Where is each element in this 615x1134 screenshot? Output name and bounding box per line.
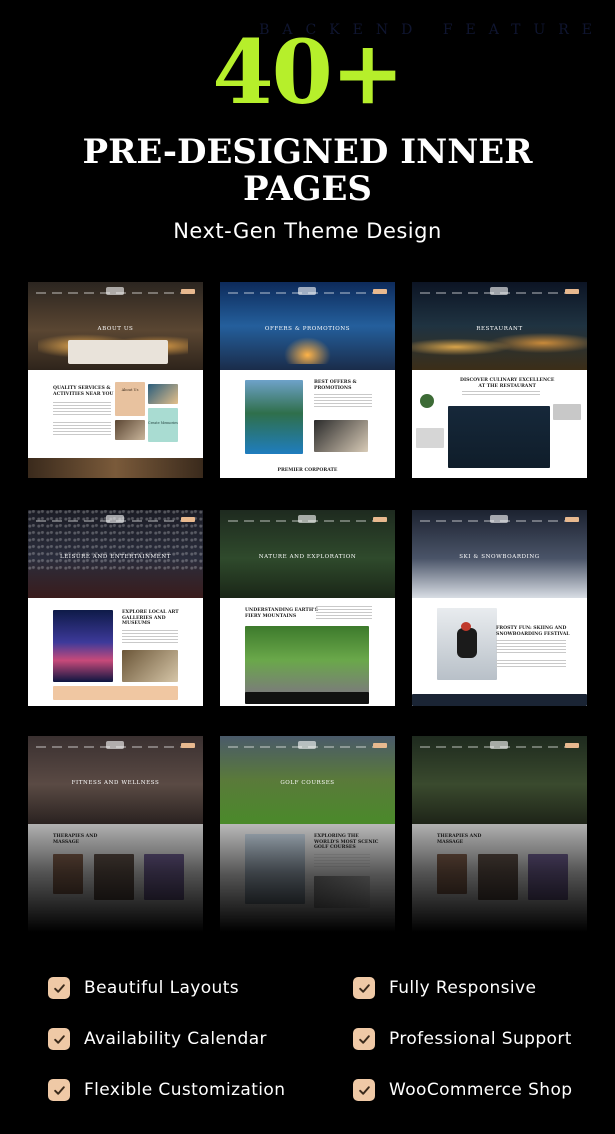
preview-title: SKI & SNOWBOARDING (459, 554, 540, 560)
book-button[interactable] (373, 743, 387, 748)
logo-icon (490, 515, 508, 523)
book-button[interactable] (181, 517, 195, 522)
book-button[interactable] (565, 743, 579, 748)
preview-card-golf[interactable]: GOLF COURSES EXPLORING THE WORLD'S MOST … (220, 736, 395, 932)
preview-card-restaurant[interactable]: RESTAURANT DISCOVER CULINARY EXCELLENCE … (412, 282, 587, 478)
feature-label: WooCommerce Shop (389, 1080, 573, 1100)
preview-content: BEST OFFERS & PROMOTIONS PREMIER CORPORA… (220, 370, 395, 478)
preview-content: FROSTY FUN: SKIING AND SNOWBOARDING FEST… (412, 598, 587, 706)
preview-title: RESTAURANT (476, 326, 523, 332)
check-icon (48, 977, 70, 999)
memories-card-label: Create Memories (148, 421, 178, 425)
headline-line-2: PAGES (243, 169, 372, 209)
logo-icon (298, 287, 316, 295)
logo-icon (106, 741, 124, 749)
preview-content: UNDERSTANDING EARTH'S FIERY MOUNTAINS (220, 598, 395, 706)
preview-title: ABOUT US (97, 326, 134, 332)
preview-card-offers[interactable]: OFFERS & PROMOTIONS BEST OFFERS & PROMOT… (220, 282, 395, 478)
preview-heading: DISCOVER CULINARY EXCELLENCE AT THE REST… (460, 378, 555, 389)
feature-label: Professional Support (389, 1029, 572, 1049)
feature-item: Fully Responsive (353, 974, 536, 1002)
about-card-label: About Us (121, 388, 139, 392)
feature-label: Availability Calendar (84, 1029, 267, 1049)
logo-icon (490, 287, 508, 295)
preview-footer-text: PREMIER CORPORATE (277, 468, 338, 473)
preview-content: DISCOVER CULINARY EXCELLENCE AT THE REST… (412, 370, 587, 478)
feature-item: Flexible Customization (48, 1076, 285, 1104)
preview-card-nature[interactable]: NATURE AND EXPLORATION UNDERSTANDING EAR… (220, 510, 395, 706)
book-button[interactable] (373, 517, 387, 522)
check-icon (353, 977, 375, 999)
preview-heading: EXPLORE LOCAL ART GALLERIES AND MUSEUMS (122, 610, 179, 627)
preview-heading: BEST OFFERS & PROMOTIONS (314, 380, 357, 391)
page-count-heading: 40+ (212, 20, 404, 124)
preview-hero: ABOUT US (28, 282, 203, 370)
feature-item: Availability Calendar (48, 1025, 267, 1053)
book-button[interactable] (565, 517, 579, 522)
preview-card-ski[interactable]: SKI & SNOWBOARDING FROSTY FUN: SKIING AN… (412, 510, 587, 706)
feature-label: Fully Responsive (389, 978, 537, 998)
preview-heading: FROSTY FUN: SKIING AND SNOWBOARDING FEST… (496, 626, 570, 637)
check-icon (48, 1079, 70, 1101)
preview-hero: SKI & SNOWBOARDING (412, 510, 587, 598)
preview-card-hiking[interactable]: THERAPIES AND MASSAGE (412, 736, 587, 932)
preview-hero: LEISURE AND ENTERTAINMENT (28, 510, 203, 598)
about-card-tan: About Us (115, 382, 145, 416)
feature-item: WooCommerce Shop (353, 1076, 572, 1104)
book-button[interactable] (181, 743, 195, 748)
preview-title: FITNESS AND WELLNESS (71, 780, 160, 786)
preview-hero: FITNESS AND WELLNESS (28, 736, 203, 824)
memories-card-teal: Create Memories (148, 408, 178, 442)
book-button[interactable] (373, 289, 387, 294)
logo-icon (490, 741, 508, 749)
preview-hero: NATURE AND EXPLORATION (220, 510, 395, 598)
book-button[interactable] (565, 289, 579, 294)
preview-hero: RESTAURANT (412, 282, 587, 370)
feature-label: Beautiful Layouts (84, 978, 240, 998)
preview-title: LEISURE AND ENTERTAINMENT (59, 554, 172, 560)
preview-hero (412, 736, 587, 824)
preview-heading: UNDERSTANDING EARTH'S FIERY MOUNTAINS (245, 608, 318, 619)
preview-title: NATURE AND EXPLORATION (258, 554, 357, 560)
check-icon (353, 1028, 375, 1050)
feature-item: Professional Support (353, 1025, 572, 1053)
preview-title: OFFERS & PROMOTIONS (264, 326, 351, 332)
check-icon (353, 1079, 375, 1101)
feature-item: Beautiful Layouts (48, 974, 239, 1002)
headline-line-1: PRE-DESIGNED INNER (82, 132, 533, 172)
feature-label: Flexible Customization (84, 1080, 286, 1100)
logo-icon (106, 287, 124, 295)
preview-card-about-us[interactable]: ABOUT US QUALITY SERVICES & ACTIVITIES N… (28, 282, 203, 478)
logo-icon (106, 515, 124, 523)
preview-hero: GOLF COURSES (220, 736, 395, 824)
preview-heading: QUALITY SERVICES & ACTIVITIES NEAR YOU (53, 386, 114, 397)
check-icon (48, 1028, 70, 1050)
preview-card-fitness[interactable]: FITNESS AND WELLNESS THERAPIES AND MASSA… (28, 736, 203, 932)
preview-grid: ABOUT US QUALITY SERVICES & ACTIVITIES N… (28, 282, 587, 932)
preview-content: EXPLORE LOCAL ART GALLERIES AND MUSEUMS (28, 598, 203, 706)
logo-icon (298, 515, 316, 523)
preview-card-leisure[interactable]: LEISURE AND ENTERTAINMENT EXPLORE LOCAL … (28, 510, 203, 706)
tagline: Next-Gen Theme Design (173, 219, 442, 243)
logo-icon (298, 741, 316, 749)
preview-hero: OFFERS & PROMOTIONS (220, 282, 395, 370)
page-headline: PRE-DESIGNED INNER PAGES (0, 134, 615, 208)
book-button[interactable] (181, 289, 195, 294)
preview-title: GOLF COURSES (280, 780, 335, 786)
